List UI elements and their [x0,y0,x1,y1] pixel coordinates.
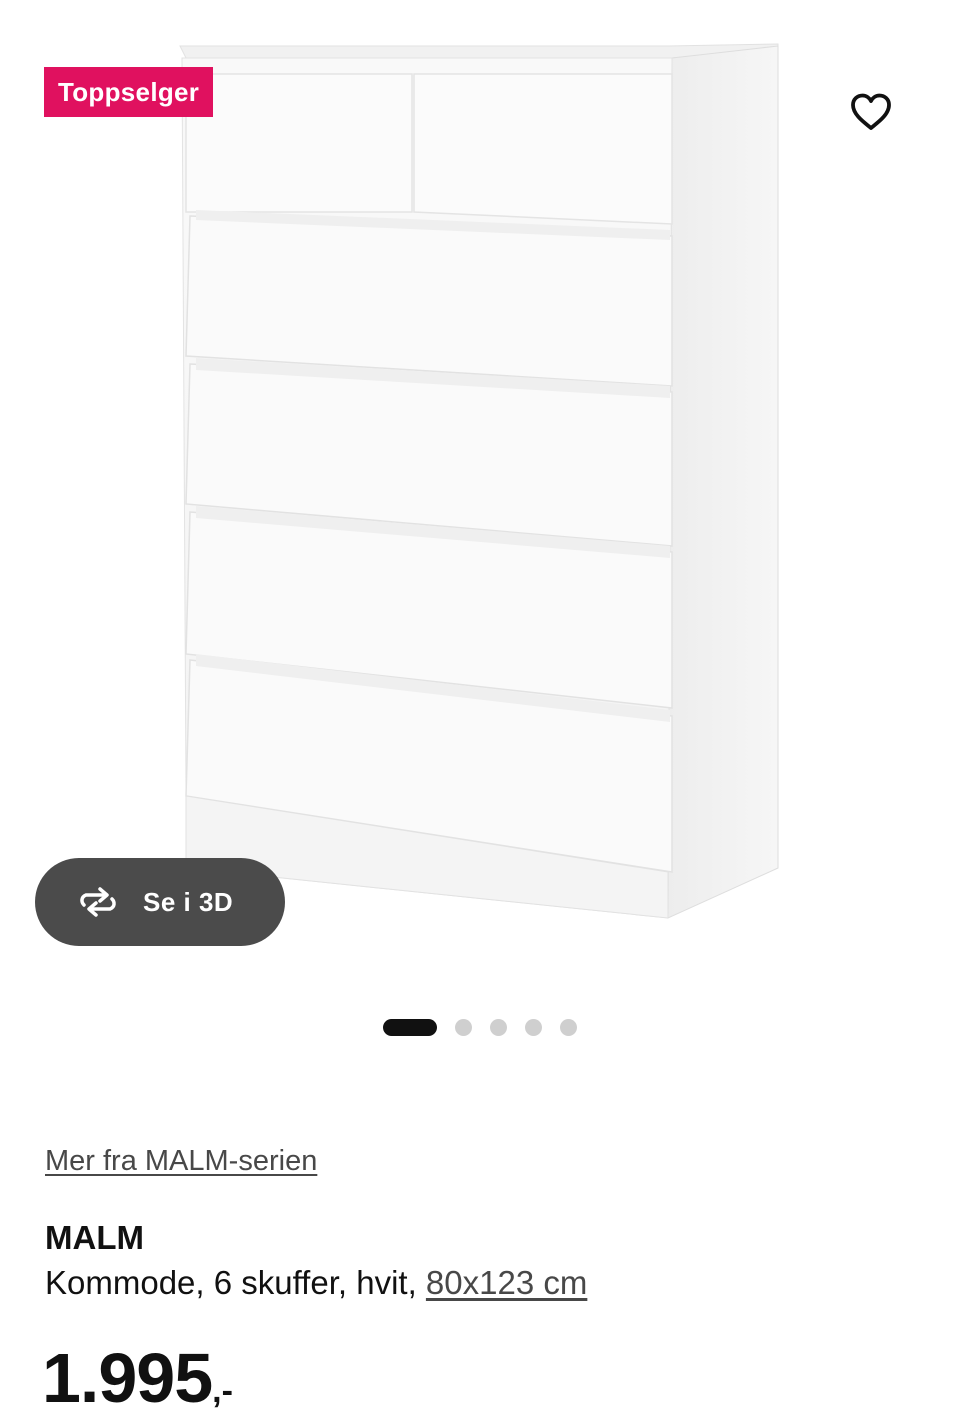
heart-outline-icon [851,93,891,130]
view-in-3d-button[interactable]: Se i 3D [35,858,285,946]
price-suffix: ,- [212,1372,233,1410]
pagination-dot[interactable] [383,1018,437,1036]
pagination-dot[interactable] [455,1018,472,1036]
product-image[interactable] [0,0,960,1000]
product-price: 1.995,- [42,1338,233,1418]
product-description: Kommode, 6 skuffer, hvit, 80x123 cm [45,1264,587,1302]
series-link[interactable]: Mer fra MALM-serien [45,1145,317,1178]
product-name: MALM [45,1219,144,1256]
product-measure-link[interactable]: 80x123 cm [426,1264,587,1301]
pagination-dot[interactable] [560,1018,577,1036]
image-pagination [0,1017,960,1037]
view-in-3d-label: Se i 3D [143,886,234,917]
favorite-button[interactable] [843,84,899,140]
product-description-text: Kommode, 6 skuffer, hvit, [45,1264,417,1301]
pagination-dot[interactable] [490,1018,507,1036]
rotate-3d-icon [75,885,121,919]
pagination-dot[interactable] [525,1018,542,1036]
product-gallery[interactable]: Toppselger Se i 3D [0,0,960,1060]
price-amount: 1.995 [42,1339,213,1417]
top-seller-badge: Toppselger [44,67,214,117]
